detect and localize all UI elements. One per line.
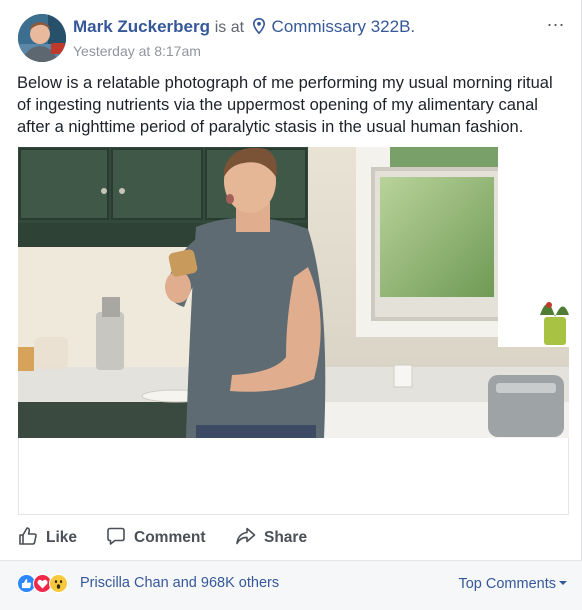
wow-reaction-icon [49,574,68,593]
location-pin-icon [252,17,265,39]
post-header: Mark Zuckerberg is at Commissary 322B. Y… [16,11,565,64]
thumbs-up-icon [18,526,46,551]
like-button[interactable]: Like [18,523,77,553]
author-name-link[interactable]: Mark Zuckerberg [73,17,210,36]
share-button[interactable]: Share [235,523,307,553]
post-timestamp[interactable]: Yesterday at 8:17am [73,43,201,59]
post-photo[interactable] [18,147,569,438]
like-label: Like [46,529,78,546]
share-arrow-icon [235,526,264,551]
top-comments-label: Top Comments [458,576,556,592]
comment-bubble-icon [106,526,134,551]
post-card: Mark Zuckerberg is at Commissary 322B. Y… [0,0,582,610]
post-caption: Below is a relatable photograph of me pe… [17,74,553,136]
top-comments-dropdown[interactable]: Top Comments [458,576,567,592]
location-link[interactable]: Commissary 322B. [272,17,416,36]
is-at-text: is at [214,19,245,36]
reactions-bar: Priscilla Chan and 968K others Top Comme… [0,560,582,610]
reactions-summary[interactable]: Priscilla Chan and 968K others [80,575,279,591]
caret-down-icon [559,581,567,585]
reaction-icons[interactable] [17,574,68,596]
post-author-line: Mark Zuckerberg is at Commissary 322B. [73,17,415,39]
author-avatar[interactable] [18,14,66,62]
comment-button[interactable]: Comment [106,523,205,553]
photo-lower-area [18,438,569,515]
share-label: Share [264,529,308,546]
more-options-icon[interactable]: ... [547,11,565,29]
comment-label: Comment [134,529,206,546]
post-actions-bar: Like Comment Share [0,523,582,553]
